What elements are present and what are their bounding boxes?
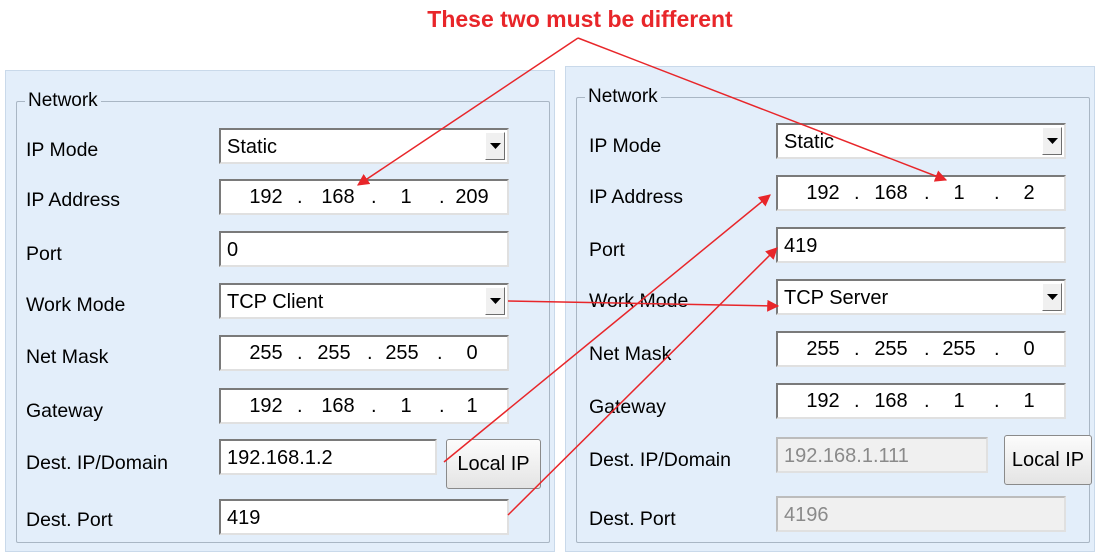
ip-dot: .	[924, 182, 930, 204]
ip-dot: .	[297, 395, 303, 417]
port-input[interactable]: 0	[219, 231, 509, 267]
ip-address-field[interactable]: 192 . 168 . 1 . 209	[219, 179, 509, 215]
ip-dot: .	[994, 338, 1000, 360]
ip-mode-value: Static	[227, 136, 278, 158]
ip-dot: .	[437, 342, 443, 364]
ip-dot: .	[367, 342, 373, 364]
gw-octet-4: 1	[1023, 390, 1035, 412]
chevron-down-icon[interactable]	[1042, 127, 1062, 155]
chevron-down-icon[interactable]	[485, 132, 505, 160]
gw-octet-1: 192	[249, 395, 283, 417]
dest-port-value: 419	[227, 507, 261, 529]
network-legend: Network	[25, 90, 101, 112]
work-mode-select[interactable]: TCP Server	[776, 279, 1066, 315]
work-mode-select[interactable]: TCP Client	[219, 283, 509, 319]
port-value: 0	[227, 239, 239, 261]
ip-dot: .	[994, 182, 1000, 204]
ip-octet-4: 209	[455, 186, 489, 208]
ip-dot: .	[371, 395, 377, 417]
ip-octet-1: 192	[249, 186, 283, 208]
ip-dot: .	[854, 338, 860, 360]
ip-octet-3: 1	[400, 186, 412, 208]
mask-octet-4: 0	[466, 342, 478, 364]
gw-octet-3: 1	[953, 390, 965, 412]
ip-mode-label: IP Mode	[26, 139, 99, 161]
ip-dot: .	[297, 186, 303, 208]
ip-dot: .	[924, 390, 930, 412]
local-ip-button[interactable]: Local IP	[446, 439, 541, 489]
gateway-label: Gateway	[589, 396, 666, 418]
gw-octet-2: 168	[321, 395, 355, 417]
ip-dot: .	[439, 186, 445, 208]
gateway-field[interactable]: 192 . 168 . 1 . 1	[219, 388, 509, 424]
net-mask-label: Net Mask	[26, 346, 109, 368]
ip-octet-3: 1	[953, 182, 965, 204]
dest-port-label: Dest. Port	[26, 509, 113, 531]
gateway-field[interactable]: 192 . 168 . 1 . 1	[776, 383, 1066, 419]
mask-octet-3: 255	[942, 338, 976, 360]
mask-octet-4: 0	[1023, 338, 1035, 360]
gw-octet-2: 168	[874, 390, 908, 412]
ip-octet-2: 168	[874, 182, 908, 204]
network-panel-right: Network IP Mode Static IP Address 192 . …	[565, 66, 1095, 552]
work-mode-label: Work Mode	[26, 294, 126, 316]
dest-port-value: 4196	[784, 504, 829, 526]
gw-octet-1: 192	[806, 390, 840, 412]
ip-octet-4: 2	[1023, 182, 1035, 204]
ip-mode-value: Static	[784, 131, 835, 153]
dest-ip-input[interactable]: 192.168.1.111	[776, 437, 988, 473]
dest-ip-value: 192.168.1.111	[784, 445, 909, 467]
mask-octet-1: 255	[806, 338, 840, 360]
gw-octet-4: 1	[466, 395, 478, 417]
ip-address-label: IP Address	[26, 189, 120, 211]
gateway-label: Gateway	[26, 400, 103, 422]
local-ip-button[interactable]: Local IP	[1004, 435, 1092, 485]
dest-ip-input[interactable]: 192.168.1.2	[219, 439, 437, 475]
port-label: Port	[589, 239, 625, 261]
network-legend: Network	[585, 86, 661, 108]
dest-ip-label: Dest. IP/Domain	[589, 449, 731, 471]
port-input[interactable]: 419	[776, 227, 1066, 263]
dest-port-input[interactable]: 4196	[776, 496, 1066, 532]
port-label: Port	[26, 243, 62, 265]
dest-port-label: Dest. Port	[589, 508, 676, 530]
ip-dot: .	[854, 182, 860, 204]
ip-mode-select[interactable]: Static	[776, 123, 1066, 159]
ip-dot: .	[297, 342, 303, 364]
work-mode-value: TCP Client	[227, 291, 324, 313]
net-mask-field[interactable]: 255 . 255 . 255 . 0	[219, 335, 509, 371]
dest-ip-label: Dest. IP/Domain	[26, 452, 168, 474]
work-mode-value: TCP Server	[784, 287, 889, 309]
ip-mode-select[interactable]: Static	[219, 128, 509, 164]
mask-octet-2: 255	[874, 338, 908, 360]
ip-octet-1: 192	[806, 182, 840, 204]
network-panel-left: Network IP Mode Static IP Address 192 . …	[5, 70, 555, 552]
chevron-down-icon[interactable]	[485, 287, 505, 315]
ip-dot: .	[924, 338, 930, 360]
work-mode-label: Work Mode	[589, 290, 689, 312]
mask-octet-1: 255	[249, 342, 283, 364]
dest-port-input[interactable]: 419	[219, 499, 509, 535]
gw-octet-3: 1	[400, 395, 412, 417]
ip-octet-2: 168	[321, 186, 355, 208]
ip-address-label: IP Address	[589, 186, 683, 208]
net-mask-field[interactable]: 255 . 255 . 255 . 0	[776, 331, 1066, 367]
net-mask-label: Net Mask	[589, 343, 672, 365]
chevron-down-icon[interactable]	[1042, 283, 1062, 311]
ip-address-field[interactable]: 192 . 168 . 1 . 2	[776, 175, 1066, 211]
annotation-title: These two must be different	[427, 6, 733, 32]
dest-ip-value: 192.168.1.2	[227, 447, 333, 469]
port-value: 419	[784, 235, 818, 257]
ip-mode-label: IP Mode	[589, 135, 662, 157]
mask-octet-2: 255	[317, 342, 351, 364]
mask-octet-3: 255	[385, 342, 419, 364]
ip-dot: .	[439, 395, 445, 417]
ip-dot: .	[854, 390, 860, 412]
ip-dot: .	[994, 390, 1000, 412]
ip-dot: .	[371, 186, 377, 208]
